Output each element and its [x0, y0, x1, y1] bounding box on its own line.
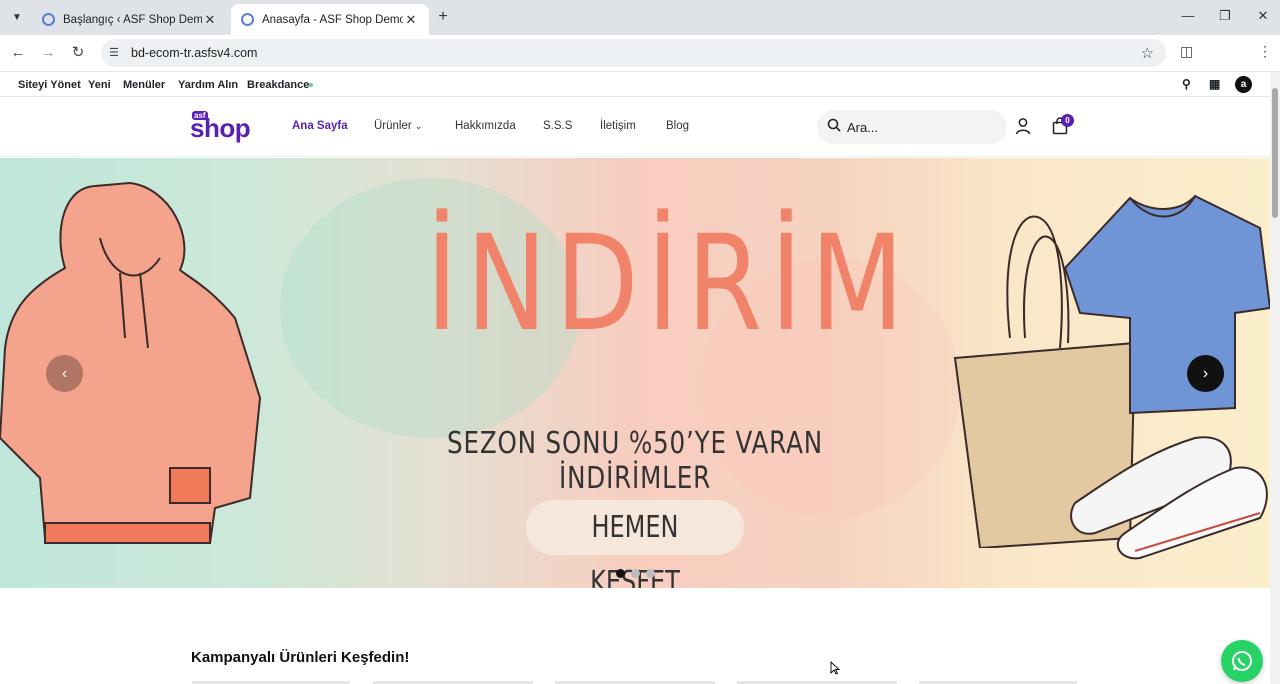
search-input[interactable] — [847, 117, 997, 137]
tab-favicon-icon — [241, 13, 254, 26]
nav-products[interactable]: Ürünler ⌄ — [374, 120, 422, 132]
close-window-icon[interactable]: ✕ — [1254, 8, 1272, 24]
nav-faq[interactable]: S.S.S — [543, 120, 572, 132]
tab-search-chevron-icon[interactable]: ▼ — [7, 7, 27, 27]
admin-item-manage-site[interactable]: Siteyi Yönet — [18, 79, 81, 91]
new-tab-button[interactable]: + — [434, 8, 452, 26]
site-info-icon[interactable]: ☰ — [109, 46, 119, 59]
close-tab-icon[interactable]: ✕ — [403, 12, 419, 28]
minimize-icon[interactable]: — — [1179, 8, 1197, 23]
logo-badge: asf — [192, 111, 208, 120]
search-icon — [827, 118, 841, 132]
browser-tab-1[interactable]: Başlangıç ‹ ASF Shop Demo — W ✕ — [32, 4, 228, 35]
mouse-cursor-icon — [830, 661, 840, 675]
reload-icon[interactable]: ↻ — [68, 43, 88, 63]
slider-dot-2[interactable] — [631, 569, 640, 578]
user-account-icon[interactable] — [1014, 117, 1032, 135]
url-text[interactable]: bd-ecom-tr.asfsv4.com — [131, 46, 257, 60]
hero-cta-button[interactable]: HEMEN KEŞFET — [526, 500, 744, 588]
hero-title: İNDİRİM — [425, 207, 912, 361]
nav-blog[interactable]: Blog — [666, 120, 689, 132]
tshirt-illustration — [1063, 194, 1270, 415]
admin-avatar[interactable]: a — [1235, 76, 1252, 93]
chevron-down-icon: ⌄ — [414, 121, 423, 131]
sneakers-illustration — [1070, 436, 1268, 560]
admin-bar: Siteyi Yönet Yeni Menüler Yardım Alın Br… — [0, 72, 1270, 97]
bookmark-star-icon[interactable]: ☆ — [1141, 44, 1154, 62]
nav-home[interactable]: Ana Sayfa — [292, 120, 348, 132]
slider-dot-1[interactable] — [616, 569, 625, 578]
admin-search-icon[interactable]: ⚲ — [1182, 77, 1191, 91]
section-title: Kampanyalı Ürünleri Keşfedin! — [191, 649, 410, 666]
whatsapp-chat-button[interactable] — [1221, 640, 1263, 682]
admin-item-new[interactable]: Yeni — [88, 79, 111, 91]
scrollbar-thumb[interactable] — [1272, 88, 1278, 218]
hero-subtitle: SEZON SONU %50’YE VARAN İNDİRİMLER — [447, 426, 823, 496]
breakdance-status-dot — [309, 83, 313, 87]
search-box[interactable] — [817, 110, 1007, 144]
nav-products-label: Ürünler — [374, 120, 412, 132]
nav-contact[interactable]: İletişim — [600, 120, 636, 132]
close-tab-icon[interactable]: ✕ — [202, 12, 218, 28]
back-icon[interactable]: ← — [8, 43, 28, 63]
site-logo[interactable]: shop asf — [190, 109, 260, 143]
nav-about[interactable]: Hakkımızda — [455, 120, 516, 132]
maximize-icon[interactable]: ❐ — [1216, 8, 1234, 24]
admin-grid-icon[interactable]: ▦ — [1209, 77, 1220, 91]
forward-icon[interactable]: → — [38, 43, 58, 63]
admin-item-help[interactable]: Yardım Alın — [178, 79, 238, 91]
admin-item-menus[interactable]: Menüler — [123, 79, 165, 91]
hoodie-illustration — [0, 181, 262, 545]
tab-favicon-icon — [42, 13, 55, 26]
tab-title: Anasayfa - ASF Shop Demo — [262, 13, 403, 26]
page-scrollbar[interactable] — [1270, 72, 1280, 684]
browser-tabstrip: ▼ Başlangıç ‹ ASF Shop Demo — W ✕ Anasay… — [0, 0, 1280, 35]
browser-tab-2-active[interactable]: Anasayfa - ASF Shop Demo ✕ — [231, 4, 429, 35]
site-header: shop asf Ana Sayfa Ürünler ⌄ Hakkımızda … — [0, 97, 1270, 157]
admin-item-breakdance[interactable]: Breakdance — [247, 79, 309, 91]
extensions-icon[interactable]: ◫ — [1180, 43, 1193, 60]
browser-menu-icon[interactable]: ⋮ — [1258, 43, 1272, 60]
whatsapp-icon — [1232, 651, 1252, 671]
slider-prev-button[interactable]: ‹ — [46, 355, 83, 392]
cart-count-badge: 0 — [1061, 114, 1074, 127]
address-bar[interactable]: ☰ bd-ecom-tr.asfsv4.com ☆ — [101, 39, 1166, 67]
hero-slider: İNDİRİM SEZON SONU %50’YE VARAN İNDİRİML… — [0, 158, 1270, 588]
slider-next-button[interactable]: › — [1187, 355, 1224, 392]
browser-toolbar: ← → ↻ ☰ bd-ecom-tr.asfsv4.com ☆ ◫ ⋮ — [0, 35, 1280, 72]
tab-title: Başlangıç ‹ ASF Shop Demo — W — [63, 13, 202, 26]
slider-dot-3[interactable] — [646, 569, 655, 578]
